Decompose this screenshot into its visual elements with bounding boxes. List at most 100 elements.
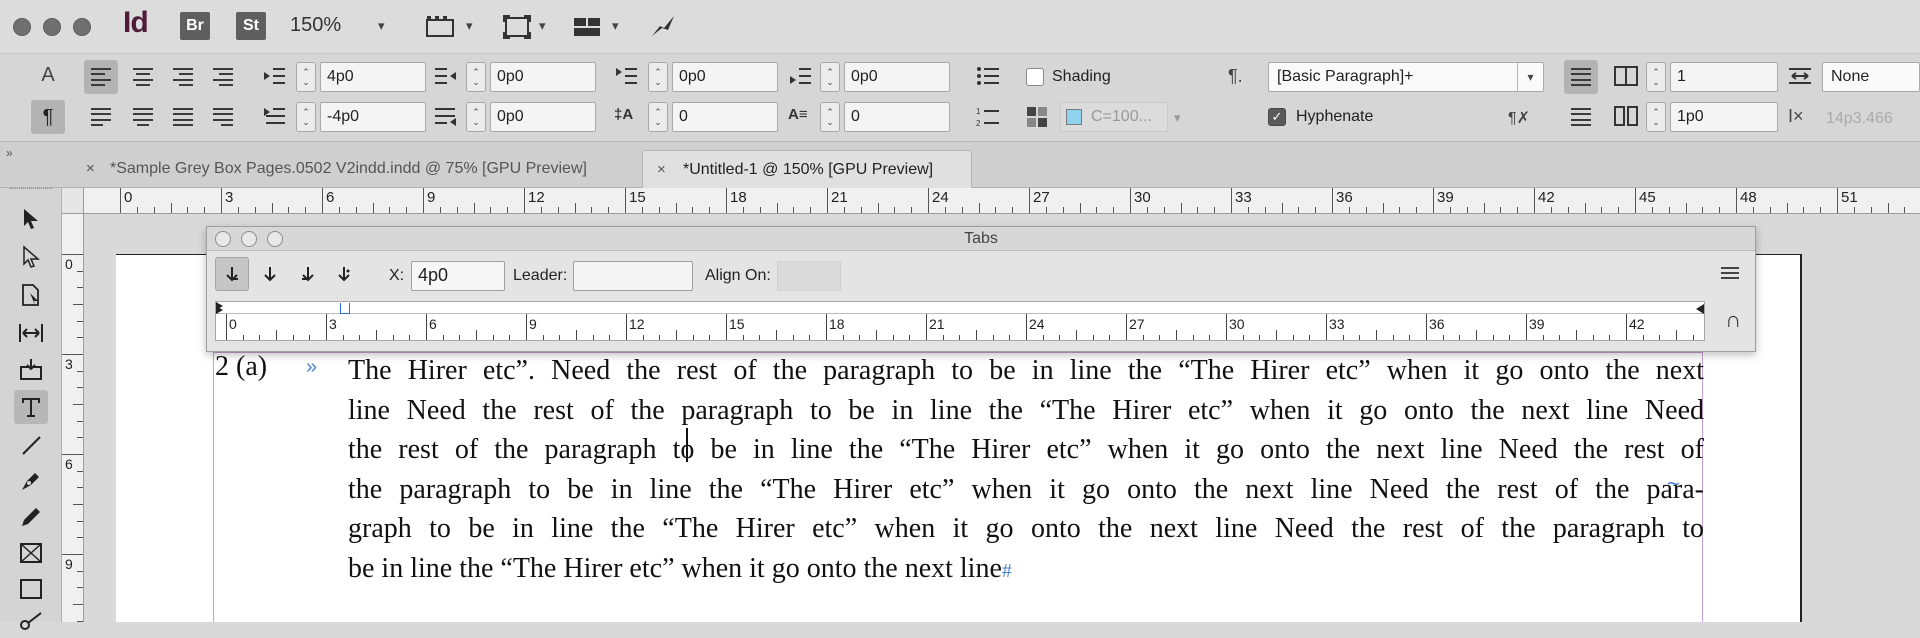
gutter-field[interactable]: 1p0 <box>1670 102 1778 132</box>
content-collector-tool-icon[interactable] <box>14 352 48 386</box>
dropcap-lines-field[interactable]: 0 <box>672 102 778 132</box>
zoom-chevron-down-icon[interactable]: ▾ <box>378 18 385 34</box>
collapse-panels-icon[interactable]: » <box>6 146 13 160</box>
tab-ruler[interactable]: 0 3 6 9 12 15 18 21 24 27 30 33 36 39 42 <box>215 301 1705 341</box>
span-columns-dropdown[interactable]: None <box>1822 62 1920 92</box>
left-justified-tab-button[interactable] <box>215 257 249 291</box>
align-to-decimal-tab-button[interactable] <box>327 257 361 291</box>
tabs-panel-menu-icon[interactable] <box>1721 267 1739 279</box>
right-justified-tab-button[interactable] <box>291 257 325 291</box>
view-options-icon[interactable] <box>425 14 457 45</box>
left-indent-stepper[interactable]: ⌃ ⌄ <box>296 62 316 92</box>
space-before-field[interactable]: 0p0 <box>672 62 778 92</box>
clear-overrides-icon[interactable]: ¶✗ <box>1508 108 1530 128</box>
align-to-baseline-grid-button[interactable] <box>1564 100 1598 134</box>
right-indent-stepper[interactable]: ⌃ ⌄ <box>466 62 486 92</box>
tab-stop-strip[interactable] <box>216 302 1704 314</box>
ruler-major-tick <box>1029 188 1030 213</box>
dropcap-characters-field[interactable]: 0 <box>844 102 950 132</box>
justify-last-center-button[interactable] <box>126 100 160 134</box>
space-after-stepper[interactable]: ⌃ ⌄ <box>820 62 840 92</box>
left-indent-field[interactable]: 4p0 <box>320 62 426 92</box>
right-indent-marker-icon[interactable] <box>1694 302 1704 316</box>
view-options-chevron-down-icon[interactable]: ▾ <box>466 18 473 34</box>
close-tab-icon[interactable]: × <box>657 161 666 178</box>
zoom-window-button[interactable] <box>73 18 91 36</box>
tabs-panel-close-button[interactable] <box>215 231 231 247</box>
tab-ruler-minor-tick <box>476 330 477 340</box>
ruler-minor-tick <box>608 207 610 213</box>
space-after-field[interactable]: 0p0 <box>844 62 950 92</box>
last-line-right-indent-field[interactable]: 0p0 <box>490 102 596 132</box>
screen-mode-chevron-down-icon[interactable]: ▾ <box>539 18 546 34</box>
bridge-button[interactable]: Br <box>180 12 210 40</box>
line-tool-icon[interactable] <box>14 428 48 462</box>
numbered-list-icon[interactable]: 12 <box>976 106 1000 133</box>
tab-x-position-field[interactable]: 4p0 <box>411 261 505 291</box>
screen-mode-icon[interactable] <box>502 14 532 45</box>
direct-selection-tool-icon[interactable] <box>14 240 48 274</box>
left-indent-marker-icon[interactable] <box>216 302 226 314</box>
publish-online-icon[interactable] <box>648 14 676 45</box>
selection-tool-icon[interactable] <box>14 202 48 236</box>
tab-leader-field[interactable] <box>573 261 693 291</box>
justify-all-button[interactable] <box>166 100 200 134</box>
align-to-baseline-off-button[interactable] <box>1564 60 1598 94</box>
paragraph-style-chevron-down-icon[interactable]: ▾ <box>1517 63 1543 91</box>
gap-tool-icon[interactable] <box>14 316 48 350</box>
tools-panel <box>0 188 62 630</box>
rectangle-frame-tool-icon[interactable] <box>14 536 48 570</box>
dropcap-characters-stepper[interactable]: ⌃ ⌄ <box>820 102 840 132</box>
document-tab-sample[interactable]: × *Sample Grey Box Pages.0502 V2indd.ind… <box>70 150 630 188</box>
gutter-stepper[interactable]: ⌃ ⌄ <box>1646 102 1666 132</box>
tabs-panel-minimize-button[interactable] <box>241 231 257 247</box>
zoom-level[interactable]: 150% <box>290 14 341 37</box>
shading-color-chevron-down-icon[interactable]: ▾ <box>1174 110 1181 126</box>
align-towards-spine-button[interactable] <box>206 60 240 94</box>
minimize-window-button[interactable] <box>43 18 61 36</box>
paragraph-body[interactable]: The Hirer etc”. Need the rest of the par… <box>348 351 1704 589</box>
align-center-button[interactable] <box>126 60 160 94</box>
align-right-button[interactable] <box>166 60 200 94</box>
scissors-tool-icon[interactable] <box>14 604 48 638</box>
shading-checkbox[interactable] <box>1026 68 1044 86</box>
justify-last-right-button[interactable] <box>206 100 240 134</box>
columns-stepper[interactable]: ⌃ ⌄ <box>1646 62 1666 92</box>
paragraph-formatting-mode-button[interactable]: ¶ <box>31 100 65 134</box>
last-line-right-indent-stepper[interactable]: ⌃ ⌄ <box>466 102 486 132</box>
bulleted-list-icon[interactable] <box>976 66 1000 91</box>
selected-tab-stop-marker[interactable] <box>340 303 350 314</box>
right-indent-field[interactable]: 0p0 <box>490 62 596 92</box>
dropcap-lines-stepper[interactable]: ⌃ ⌄ <box>648 102 668 132</box>
stock-button[interactable]: St <box>236 12 266 40</box>
close-window-button[interactable] <box>13 18 31 36</box>
arrange-documents-chevron-down-icon[interactable]: ▾ <box>612 18 619 34</box>
space-before-stepper[interactable]: ⌃ ⌄ <box>648 62 668 92</box>
columns-field[interactable]: 1 <box>1670 62 1778 92</box>
page-tool-icon[interactable] <box>14 278 48 312</box>
justify-last-left-button[interactable] <box>84 100 118 134</box>
character-formatting-mode-button[interactable]: A <box>31 58 65 92</box>
vertical-ruler[interactable]: 0 3 6 9 <box>62 214 84 622</box>
arrange-documents-icon[interactable] <box>572 14 602 45</box>
position-panel-above-frame-magnet-icon[interactable]: ∩ <box>1725 307 1741 333</box>
tabs-panel-zoom-button[interactable] <box>267 231 283 247</box>
horizontal-ruler[interactable]: 0369121518212427303336394245485154 <box>84 188 1920 214</box>
paragraph-style-dropdown[interactable]: [Basic Paragraph]+ ▾ <box>1268 62 1544 92</box>
ruler-origin[interactable] <box>62 188 84 214</box>
align-left-button[interactable] <box>84 60 118 94</box>
tab-ruler-minor-tick <box>1059 335 1061 340</box>
first-line-indent-stepper[interactable]: ⌃ ⌄ <box>296 102 316 132</box>
document-tab-untitled[interactable]: × *Untitled-1 @ 150% [GPU Preview] <box>642 150 972 188</box>
swatch-grid-icon[interactable] <box>1026 106 1048 133</box>
hyphenate-checkbox[interactable]: ✓ <box>1268 108 1286 126</box>
tabs-panel-title[interactable]: Tabs <box>207 227 1755 251</box>
pen-tool-icon[interactable] <box>14 464 48 498</box>
panel-grip[interactable] <box>10 188 52 192</box>
close-tab-icon[interactable]: × <box>86 160 95 177</box>
type-tool-icon[interactable] <box>14 390 48 424</box>
first-line-indent-field[interactable]: -4p0 <box>320 102 426 132</box>
rectangle-tool-icon[interactable] <box>14 572 48 606</box>
center-justified-tab-button[interactable] <box>253 257 287 291</box>
pencil-tool-icon[interactable] <box>14 500 48 534</box>
